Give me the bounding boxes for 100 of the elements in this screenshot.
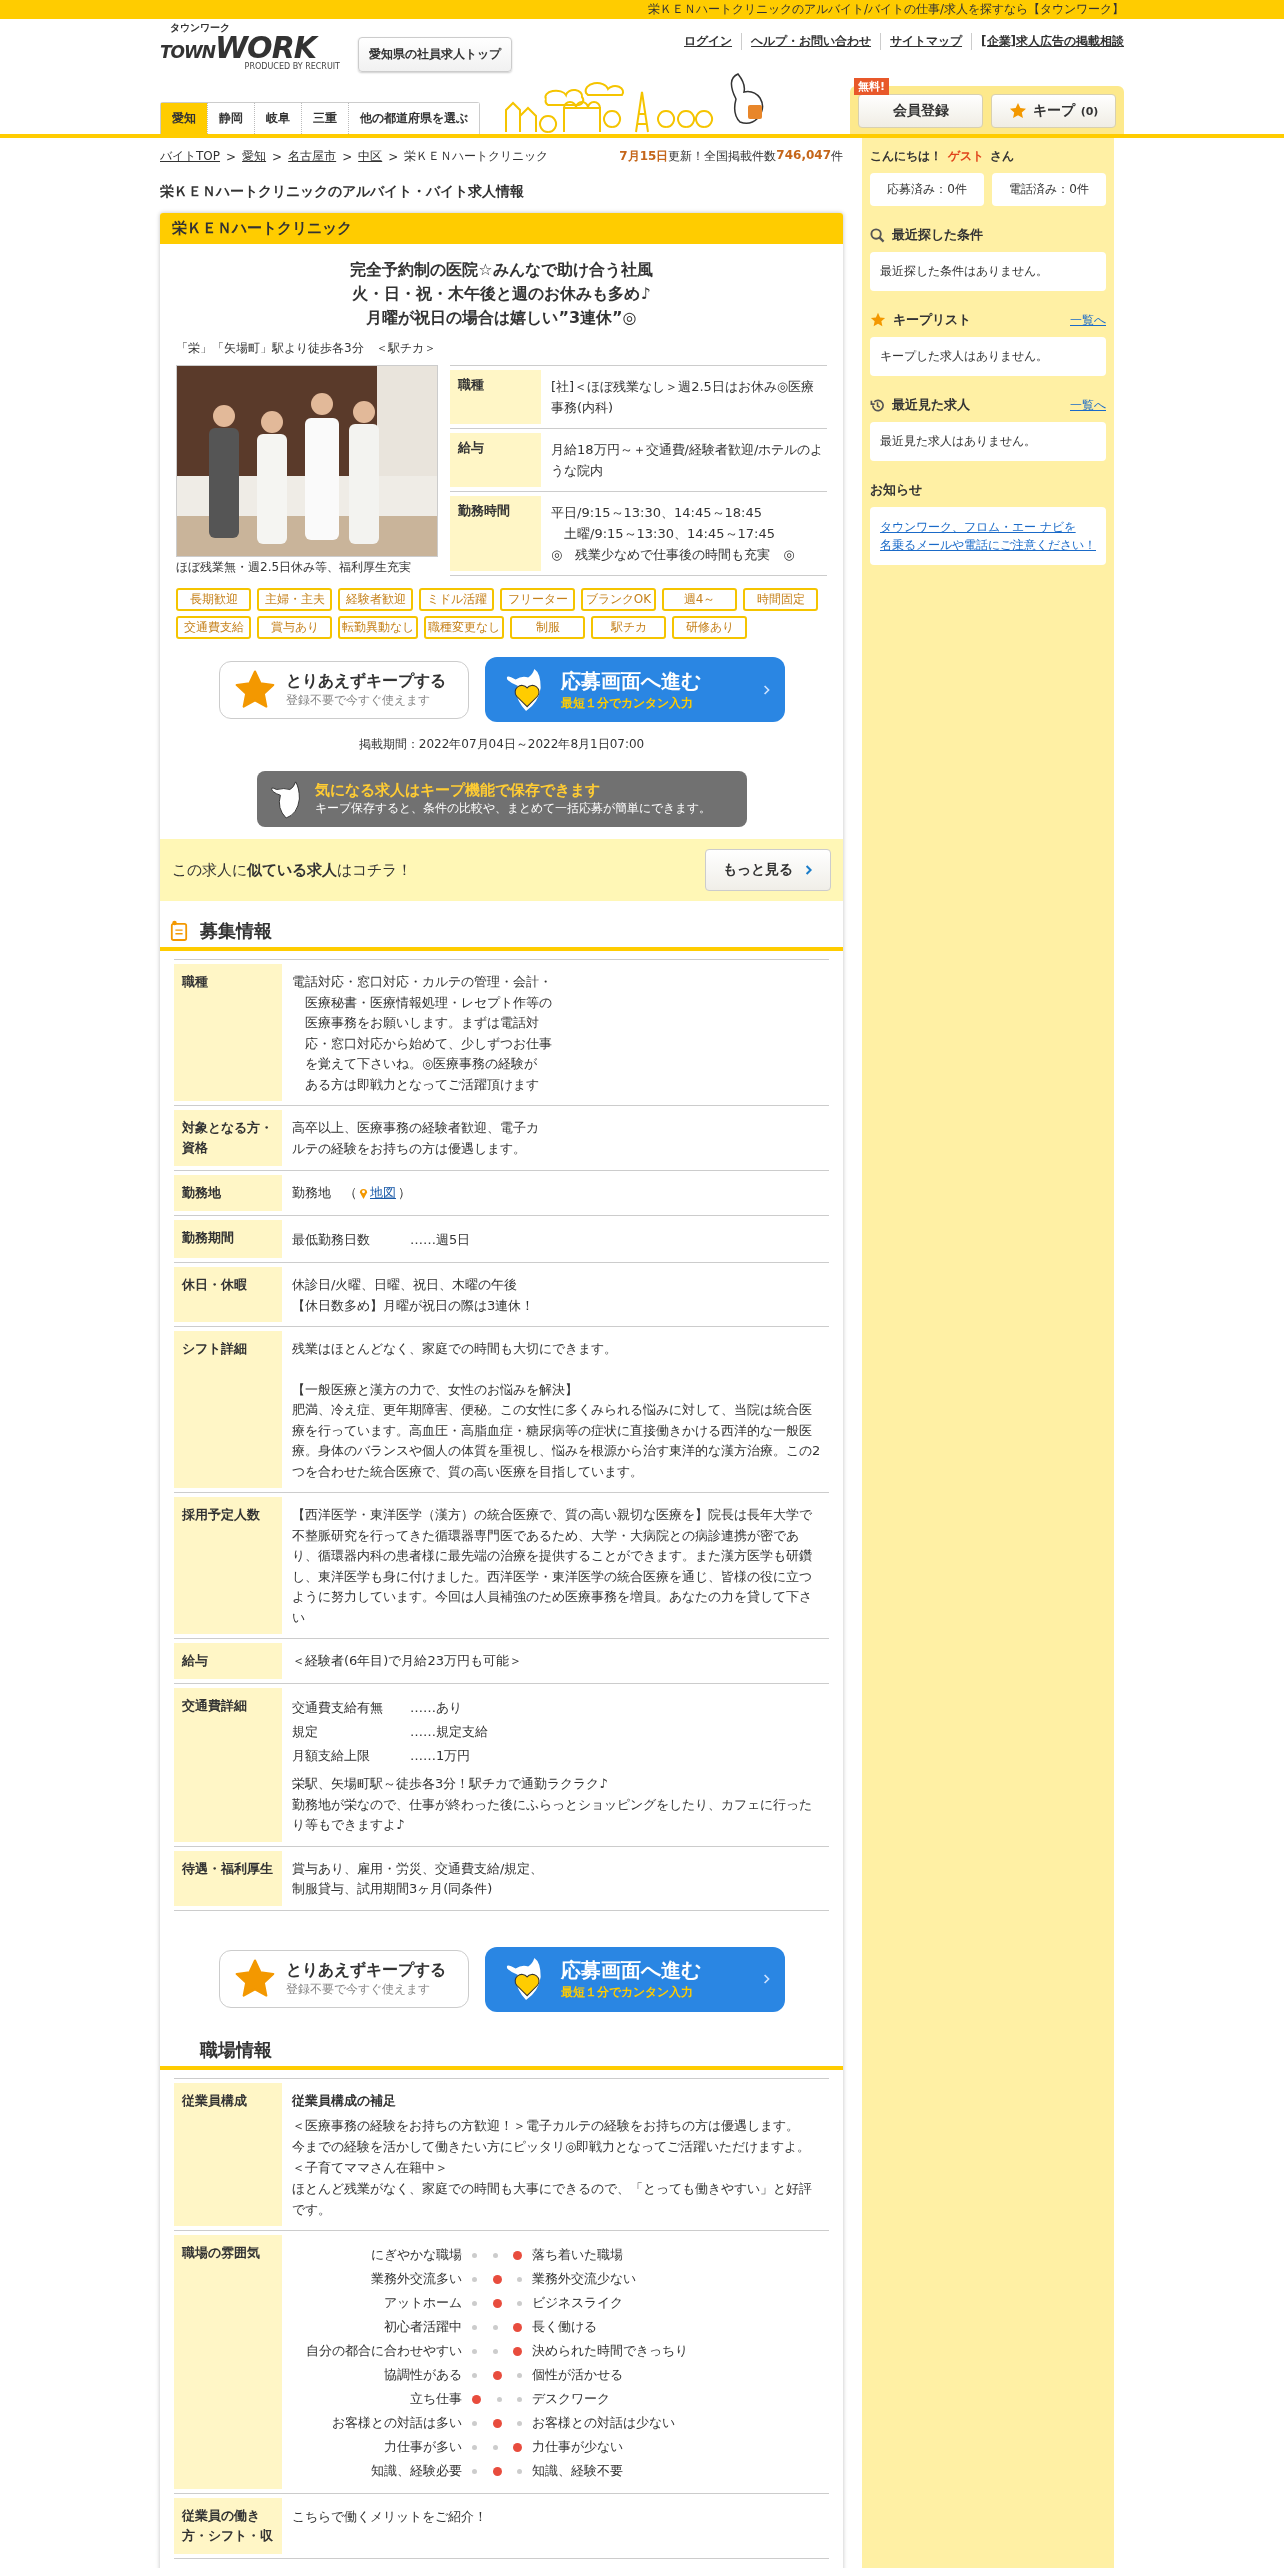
chevron-icon xyxy=(762,1973,771,1985)
map-pin-icon xyxy=(359,1186,368,1200)
free-badge: 無料! xyxy=(854,78,890,95)
banner-text: キープ保存すると、条件の比較や、まとめて一括応募が簡単にできます。 xyxy=(314,800,711,817)
summary-value: 平日/9:15～13:30、14:45～18:45 xyxy=(551,504,763,522)
scale-left-label: にぎやかな職場 xyxy=(370,2245,462,2264)
star-icon xyxy=(1008,102,1027,120)
search-icon xyxy=(870,227,885,243)
keep-job-button[interactable]: とりあえずキープする 登録不要で今すぐ使えます xyxy=(218,1950,469,2008)
row-value: ある方は即戦力となってご活躍頂けます xyxy=(304,1075,540,1094)
row-value: ＜経験者(6年目)で月給23万円も可能＞ xyxy=(292,1652,523,1670)
scale-right-label: 知識、経験不要 xyxy=(532,2461,623,2480)
register-button[interactable]: 会員登録 xyxy=(858,94,983,128)
star-icon xyxy=(233,1958,276,2000)
detail-key: 交通費支給有無 xyxy=(292,1696,410,1720)
breadcrumb-link[interactable]: バイトTOP xyxy=(160,148,220,165)
see-more-button[interactable]: もっと見る xyxy=(705,849,831,891)
section-title: 募集情報 xyxy=(200,919,272,943)
row-value: を覚えて下さいね。◎医療事務の経験が xyxy=(304,1055,539,1073)
page-title: 栄ＫＥＮハートクリニックのアルバイト・バイト求人情報 xyxy=(160,183,525,201)
feature-tag: 経験者歓迎 xyxy=(338,588,413,611)
apply-button[interactable]: 応募画面へ進む 最短１分でカンタン入力 xyxy=(484,1946,785,2012)
feature-tag: 時間固定 xyxy=(743,588,818,611)
header-link[interactable]: サイトマップ xyxy=(880,33,972,50)
clipboard-icon xyxy=(170,920,188,942)
row-label: 従業員構成 xyxy=(174,2082,282,2226)
apply-button[interactable]: 応募画面へ進む 最短１分でカンタン入力 xyxy=(484,657,785,722)
row-label: 勤務地 xyxy=(174,1175,282,1211)
company-name: 栄ＫＥＮハートクリニック xyxy=(160,213,843,244)
update-label: 更新！全国掲載件数 xyxy=(668,148,777,165)
row-value: 肥満、冷え症、更年期障害、便秘。この女性に多くみられる悩みに対して、当院は統合医療を行っています。高血圧・高脂血症・糖尿病等の症状に直接働きかける西洋的な一般医療。身体のバランスや個人の体質を重視し、悩みを根源から治す東洋的な漢方治療。この2つを合わせた統合医療で、質の高い医療を目指しています。 xyxy=(292,1401,821,1481)
scale-right-label: 業務外交流少ない xyxy=(532,2269,636,2288)
prefecture-tab[interactable]: 他の都道府県を選ぶ xyxy=(348,103,479,134)
detail-value: ……あり xyxy=(410,1699,462,1717)
scale-left-label: 自分の都合に合わせやすい xyxy=(305,2341,462,2360)
logo[interactable]: タウンワーク TOWNWORK PRODUCED BY RECRUIT xyxy=(160,23,340,71)
scale-left-label: 立ち仕事 xyxy=(409,2389,462,2408)
summary-value: 月給18万円～＋交通費/経験者歓迎/ホテルのような院内 xyxy=(551,441,825,480)
feature-tag: 賞与あり xyxy=(257,616,332,639)
row-value: こちらで働くメリットをご紹介！ xyxy=(292,2508,488,2526)
header-link[interactable]: ログイン xyxy=(675,33,742,50)
list-link[interactable]: 一覧へ xyxy=(1070,311,1106,329)
row-label: 勤務期間 xyxy=(174,1220,282,1258)
row-value: 電話対応・窓口対応・カルテの管理・会計・ xyxy=(292,973,553,991)
notice-link[interactable]: タウンワーク、フロム・エー ナビを xyxy=(880,518,1096,536)
detail-key: 規定 xyxy=(292,1720,410,1744)
header-link[interactable]: [企業]求人広告の掲載相談 xyxy=(971,33,1124,50)
current-page-label: 栄ＫＥＮハートクリニック xyxy=(404,148,549,165)
scale-left-label: 協調性がある xyxy=(383,2365,462,2384)
scale-right-label: 決められた時間できっちり xyxy=(532,2341,688,2360)
row-value: 医療秘書・医療情報処理・レセプト作等の xyxy=(304,993,553,1012)
row-value: 【一般医療と漢方の力で、女性のお悩みを解決】 xyxy=(292,1380,579,1399)
keep-button[interactable]: キープ (0) xyxy=(991,94,1116,128)
summary-label: 職種 xyxy=(450,370,541,424)
row-value: ＜医療事務の経験をお持ちの方歓迎！＞電子カルテの経験をお持ちの方は優遇します。 xyxy=(292,2117,800,2135)
feature-tag: 駅チカ xyxy=(591,616,666,639)
station-info: 「栄」「矢場町」駅より徒歩各3分 ＜駅チカ＞ xyxy=(175,340,437,357)
breadcrumb-link[interactable]: 愛知 xyxy=(242,148,267,165)
breadcrumb-separator: > xyxy=(388,149,399,164)
listing-count: 746,047 xyxy=(776,148,831,164)
posting-period: 掲載期間：2022年07月04日～2022年8月1日07:00 xyxy=(357,736,646,753)
list-link[interactable]: 一覧へ xyxy=(1070,396,1106,414)
detail-value: ……規定支給 xyxy=(410,1723,488,1741)
scale-right-label: ビジネスライク xyxy=(532,2293,623,2312)
row-label: 休日・休暇 xyxy=(174,1267,282,1322)
catch-copy: 火・日・祝・木午後と週のお休みも多め♪ xyxy=(351,283,652,305)
breadcrumb-link[interactable]: 名古屋市 xyxy=(288,148,337,165)
prefecture-tab[interactable]: 愛知 xyxy=(161,103,207,134)
chevron-icon xyxy=(762,683,771,696)
row-value: 今までの経験を活かして働きたい方にピッタリ◎即戦力となってご活躍いただけますよ。 xyxy=(292,2138,812,2156)
header-link[interactable]: ヘルプ・お問い合わせ xyxy=(741,33,881,50)
row-value: ほとんど残業がなく、家庭での時間も大事にできるので、「とっても働きやすい」と好評です。 xyxy=(292,2180,813,2219)
feature-tag: 制服 xyxy=(510,616,585,639)
row-value: 休診日/火曜、日曜、祝日、木曜の午後 xyxy=(292,1276,519,1294)
scale-right-label: デスクワーク xyxy=(532,2389,610,2408)
row-value: ＜子育てママさん在籍中＞ xyxy=(292,2159,449,2177)
greeting-suffix: さん xyxy=(990,148,1014,165)
scale-left-label: お客様との対話は多い xyxy=(331,2413,462,2432)
similar-jobs-text: この求人に似ている求人はコチラ！ xyxy=(172,860,412,880)
catch-copy: 完全予約制の医院☆みんなで助け合う社風 xyxy=(349,259,654,281)
notice-link[interactable]: 名乗るメールや電話にご注意ください！ xyxy=(880,536,1096,554)
row-value: 制服貸与、試用期間3ヶ月(同条件) xyxy=(292,1880,494,1898)
company-jobs-button[interactable]: 愛知県の社員求人トップ xyxy=(358,37,512,72)
greeting: こんにちは！ xyxy=(870,148,942,165)
feature-tag: 長期歓迎 xyxy=(176,588,251,611)
summary-value: [社]＜ほぼ残業なし＞週2.5日はお休み◎医療事務(内科) xyxy=(551,378,816,417)
breadcrumb-separator: > xyxy=(272,149,283,164)
keep-job-button[interactable]: とりあえずキープする 登録不要で今すぐ使えます xyxy=(218,660,469,719)
scale-left-label: 知識、経験必要 xyxy=(370,2461,462,2480)
scale-right-label: 力仕事が少ない xyxy=(532,2437,623,2456)
detail-value: ……1万円 xyxy=(410,1747,471,1765)
row-value: 医療事務をお願いします。まずは電話対 xyxy=(304,1014,540,1032)
breadcrumb-link[interactable]: 中区 xyxy=(358,148,383,165)
sidebar-message: 最近探した条件はありません。 xyxy=(870,252,1106,291)
detail-key: 最低勤務日数 xyxy=(292,1228,410,1252)
map-link[interactable]: 地図 xyxy=(370,1183,396,1204)
scale-left-label: アットホーム xyxy=(383,2293,462,2312)
summary-value: ◎ 残業少なめで仕事後の時間も充実 ◎ xyxy=(551,546,796,564)
row-value: ルテの経験をお持ちの方は優遇します。 xyxy=(292,1139,527,1158)
chevron-icon xyxy=(805,864,813,876)
